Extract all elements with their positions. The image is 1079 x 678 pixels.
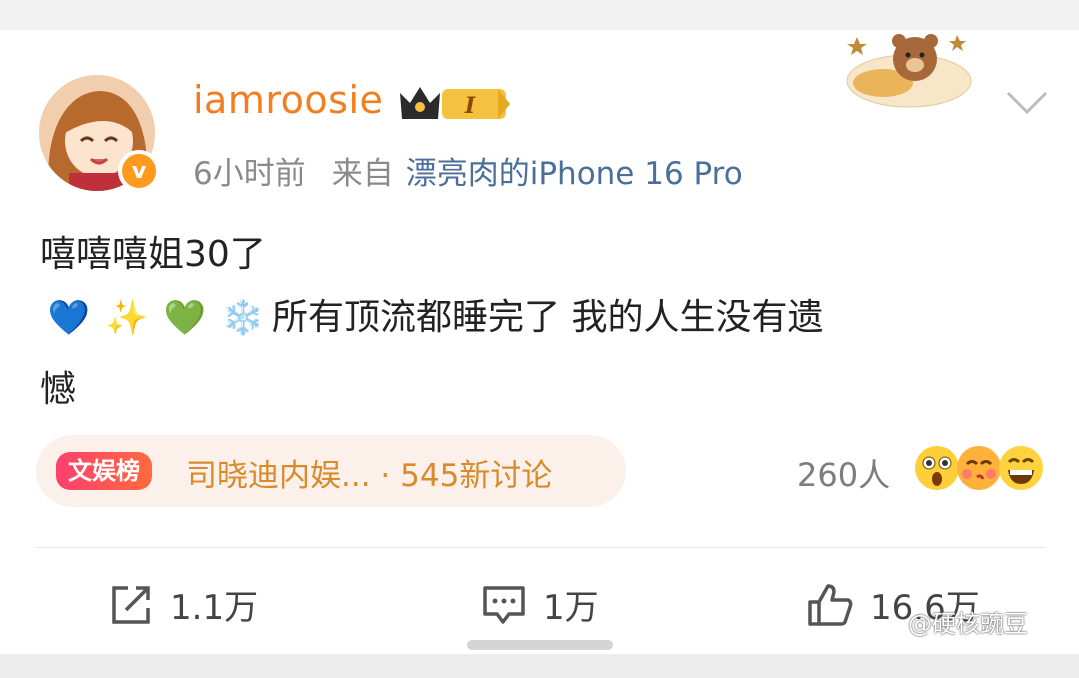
post-meta: 6小时前 来自 漂亮肉的iPhone 16 Pro: [193, 148, 743, 193]
topic-chip[interactable]: 文娱榜 司晓迪内娱... · 545新讨论: [36, 435, 626, 507]
post-text-line-2: 💙 ✨ 💚 ❄️ 所有顶流都睡完了 我的人生没有遗: [40, 288, 824, 340]
post-time: 6小时前: [193, 156, 306, 192]
thumbs-up-icon: [808, 583, 853, 626]
vip-crown-icon[interactable]: I: [398, 83, 512, 129]
repost-button[interactable]: 1.1万: [108, 580, 258, 629]
snowflake-icon: ❄️: [221, 298, 265, 338]
comment-count: 1万: [543, 588, 599, 628]
post-text-line-1: 嘻嘻嘻姐30了: [40, 234, 266, 275]
topic-title: 司晓迪内娱... · 545新讨论: [186, 458, 553, 494]
green-heart-icon: 💚: [163, 298, 207, 338]
post-card: v iamroosie I 6小时前来自漂亮肉的iPhone 16 Pro: [0, 30, 1079, 654]
device-link[interactable]: 漂亮肉的iPhone 16 Pro: [406, 156, 743, 192]
post-text-line-3: 憾: [40, 369, 77, 410]
sparkles-icon: ✨: [105, 298, 149, 338]
blue-heart-icon: 💙: [47, 298, 91, 338]
reaction-count[interactable]: 260人: [797, 450, 890, 496]
grin-face-icon: [997, 444, 1045, 492]
post-text-body: 所有顶流都睡完了 我的人生没有遗: [272, 297, 824, 338]
topic-badge: 文娱榜: [56, 452, 152, 490]
username[interactable]: iamroosie: [193, 78, 383, 122]
divider: [36, 547, 1045, 548]
source-label: 来自: [331, 156, 394, 192]
feed-gap: [0, 654, 1079, 678]
comment-icon: [483, 585, 525, 624]
chevron-down-icon[interactable]: [1005, 90, 1049, 116]
home-indicator[interactable]: [467, 640, 613, 650]
surprised-face-icon: [913, 444, 961, 492]
level-text: I: [464, 93, 476, 119]
verified-badge-icon: v: [118, 150, 160, 192]
bear-sticker-icon: [843, 31, 975, 113]
repost-icon: [112, 585, 150, 624]
comment-button[interactable]: 1万: [481, 580, 599, 629]
kiss-face-icon: [955, 444, 1003, 492]
repost-count: 1.1万: [170, 588, 259, 628]
watermark: @硬核豌豆: [908, 610, 1028, 638]
